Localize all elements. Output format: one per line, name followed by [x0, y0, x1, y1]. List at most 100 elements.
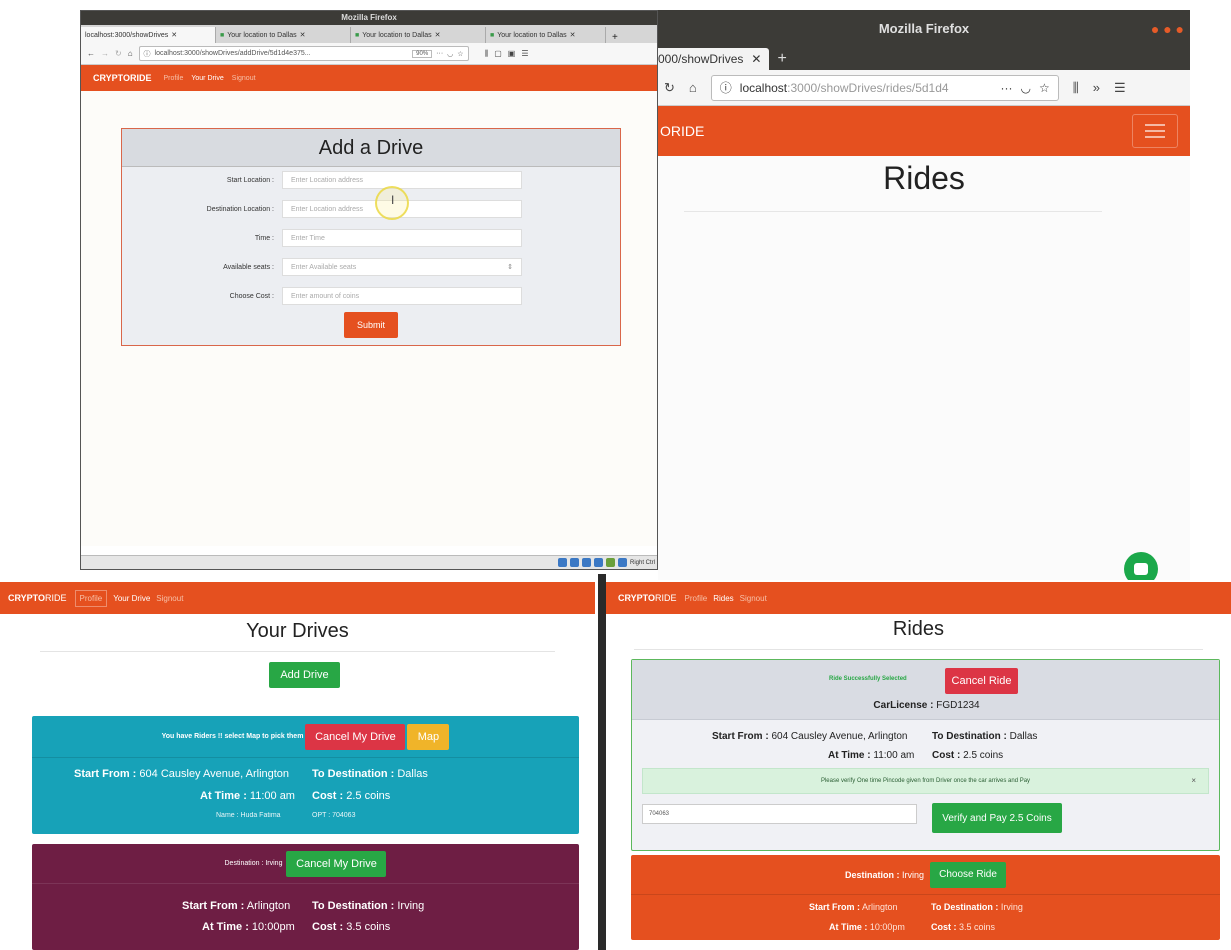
stepper-icon[interactable]: ⇕ — [507, 263, 513, 271]
tab-location-dallas-1[interactable]: ■ Your location to Dallas ✕ — [216, 27, 351, 43]
cancel-ride-button[interactable]: Cancel Ride — [945, 668, 1018, 694]
home-icon[interactable]: ⌂ — [689, 80, 697, 95]
verify-and-pay-button[interactable]: Verify and Pay 2.5 Coins — [932, 803, 1062, 833]
cancel-my-drive-button[interactable]: Cancel My Drive — [286, 850, 387, 877]
close-icon[interactable]: ✕ — [570, 31, 576, 39]
page-content: Add a Drive Start Location : Enter Locat… — [81, 91, 657, 546]
tab-location-dallas-3[interactable]: ■ Your location to Dallas ✕ — [486, 27, 606, 43]
start-from: Start From : Arlington — [182, 900, 291, 912]
brand-logo[interactable]: CRYPTORIDE — [618, 593, 677, 603]
library-icon[interactable]: ⫼ — [1073, 80, 1079, 96]
tab-label: Your location to Dallas — [362, 31, 432, 39]
library-icon[interactable]: ⫼ — [485, 49, 489, 59]
time-label: Time : — [254, 234, 274, 242]
url-bar[interactable]: ⓘ localhost:3000/showDrives/addDrive/5d1… — [138, 46, 469, 61]
sidebar-icon[interactable]: ▢ — [494, 49, 502, 58]
nav-your-drive[interactable]: Your Drive — [191, 75, 223, 82]
choose-cost-input[interactable]: Enter amount of coins — [282, 287, 522, 305]
firefox-window-add-drive: Mozilla Firefox localhost:3000/showDrive… — [80, 10, 658, 570]
home-icon[interactable]: ⌂ — [128, 49, 133, 58]
map-icon: ■ — [220, 31, 225, 39]
nav-signout[interactable]: Signout — [156, 594, 183, 603]
navigation-toolbar: ↻ ⌂ ⓘ localhost:3000/showDrives/rides/5d… — [658, 70, 1190, 106]
tray-icon[interactable] — [593, 558, 603, 567]
choose-cost-label: Choose Cost : — [229, 292, 274, 300]
to-destination: To Destination : Dallas — [932, 731, 1038, 742]
time-input[interactable]: Enter Time — [282, 229, 522, 247]
nav-profile[interactable]: Profile — [685, 594, 708, 603]
menu-icon[interactable]: ☰ — [1114, 80, 1126, 96]
app-navbar: CRYPTORIDE Profile Your Drive Signout — [0, 582, 595, 614]
vm-status-bar: Right Ctrl — [81, 555, 657, 569]
overflow-icon[interactable]: » — [1093, 80, 1100, 95]
more-icon[interactable]: ··· — [436, 50, 443, 57]
url-bar[interactable]: ⓘ localhost:3000/showDrives/rides/5d1d4 … — [710, 74, 1059, 101]
new-tab-icon[interactable]: + — [777, 50, 786, 68]
zoom-level[interactable]: 90% — [412, 49, 433, 58]
tab-show-drives[interactable]: localhost:3000/showDrives ✕ — [81, 27, 216, 43]
nav-signout[interactable]: Signout — [740, 594, 767, 603]
cost: Cost : 3.5 coins — [931, 922, 996, 932]
drive-card-header: Destination : Irving Cancel My Drive — [32, 844, 579, 884]
time-row: Time : Enter Time — [122, 228, 622, 248]
close-icon[interactable]: ✕ — [751, 52, 761, 66]
tab-show-drives[interactable]: 000/showDrives ✕ — [658, 48, 770, 70]
at-time: At Time : 11:00 am — [200, 790, 295, 802]
submit-button[interactable]: Submit — [344, 312, 398, 338]
brand-logo[interactable]: CRYPTORIDE — [8, 593, 67, 603]
menu-icon[interactable]: ☰ — [521, 49, 528, 58]
tray-icon[interactable] — [569, 558, 579, 567]
close-icon[interactable]: × — [1191, 776, 1196, 785]
close-icon[interactable]: ✕ — [171, 31, 177, 39]
brand-logo[interactable]: ORIDE — [660, 123, 704, 139]
window-controls-icon[interactable]: ● ● ● — [1151, 10, 1184, 48]
window-title: Mozilla Firefox — [341, 13, 397, 22]
rider-name: Name : Huda Fatima — [216, 812, 281, 819]
destination-location-row: Destination Location : Enter Location ad… — [122, 199, 622, 219]
tray-icon[interactable] — [617, 558, 627, 567]
destination-text: Destination : Irving — [844, 869, 925, 880]
nav-profile[interactable]: Profile — [74, 589, 108, 607]
tray-icon[interactable] — [605, 558, 615, 567]
tab-location-dallas-2[interactable]: ■ Your location to Dallas ✕ — [351, 27, 486, 43]
bookmark-star-icon[interactable]: ☆ — [457, 50, 463, 58]
back-icon[interactable]: ← — [87, 49, 95, 58]
choose-ride-button[interactable]: Choose Ride — [930, 861, 1007, 888]
reload-icon[interactable]: ↻ — [115, 49, 122, 58]
hamburger-menu-icon[interactable] — [1132, 114, 1178, 148]
divider — [684, 211, 1102, 212]
to-destination: To Destination : Irving — [312, 900, 425, 912]
navigation-toolbar: ← → ↻ ⌂ ⓘ localhost:3000/showDrives/addD… — [81, 43, 657, 65]
extension-icon[interactable]: ▣ — [508, 49, 516, 58]
drive-card-header: You have Riders !! select Map to pick th… — [32, 716, 579, 758]
nav-signout[interactable]: Signout — [232, 75, 256, 82]
bookmark-star-icon[interactable]: ☆ — [1039, 81, 1050, 95]
map-button[interactable]: Map — [407, 723, 450, 750]
available-seats-input[interactable]: Enter Available seats ⇕ — [282, 258, 522, 276]
pocket-icon[interactable]: ◡ — [447, 50, 453, 58]
nav-rides[interactable]: Rides — [713, 594, 733, 603]
reload-icon[interactable]: ↻ — [664, 80, 675, 96]
pincode-input[interactable]: 704063 — [642, 804, 917, 824]
close-icon[interactable]: ✕ — [435, 31, 441, 39]
tray-icon[interactable] — [557, 558, 567, 567]
close-icon[interactable]: ✕ — [300, 31, 306, 39]
at-time: At Time : 10:00pm — [829, 922, 905, 932]
brand-logo[interactable]: CRYPTORIDE — [93, 73, 152, 83]
start-location-input[interactable]: Enter Location address — [282, 171, 522, 189]
tab-label: localhost:3000/showDrives — [85, 31, 169, 39]
pocket-icon[interactable]: ◡ — [1021, 81, 1031, 95]
new-tab-icon[interactable]: + — [606, 32, 624, 43]
chat-icon[interactable] — [1124, 552, 1158, 580]
tab-strip: 000/showDrives ✕ + — [658, 48, 1190, 70]
cost: Cost : 2.5 coins — [932, 750, 1004, 761]
forward-icon[interactable]: → — [101, 49, 109, 58]
info-icon[interactable]: ⓘ — [144, 49, 151, 59]
tray-icon[interactable] — [581, 558, 591, 567]
nav-profile[interactable]: Profile — [164, 75, 184, 82]
more-icon[interactable]: ··· — [1001, 81, 1013, 95]
info-icon[interactable]: ⓘ — [720, 79, 732, 96]
add-drive-button[interactable]: Add Drive — [269, 662, 340, 688]
cancel-my-drive-button[interactable]: Cancel My Drive — [305, 723, 406, 750]
nav-your-drive[interactable]: Your Drive — [113, 594, 150, 603]
